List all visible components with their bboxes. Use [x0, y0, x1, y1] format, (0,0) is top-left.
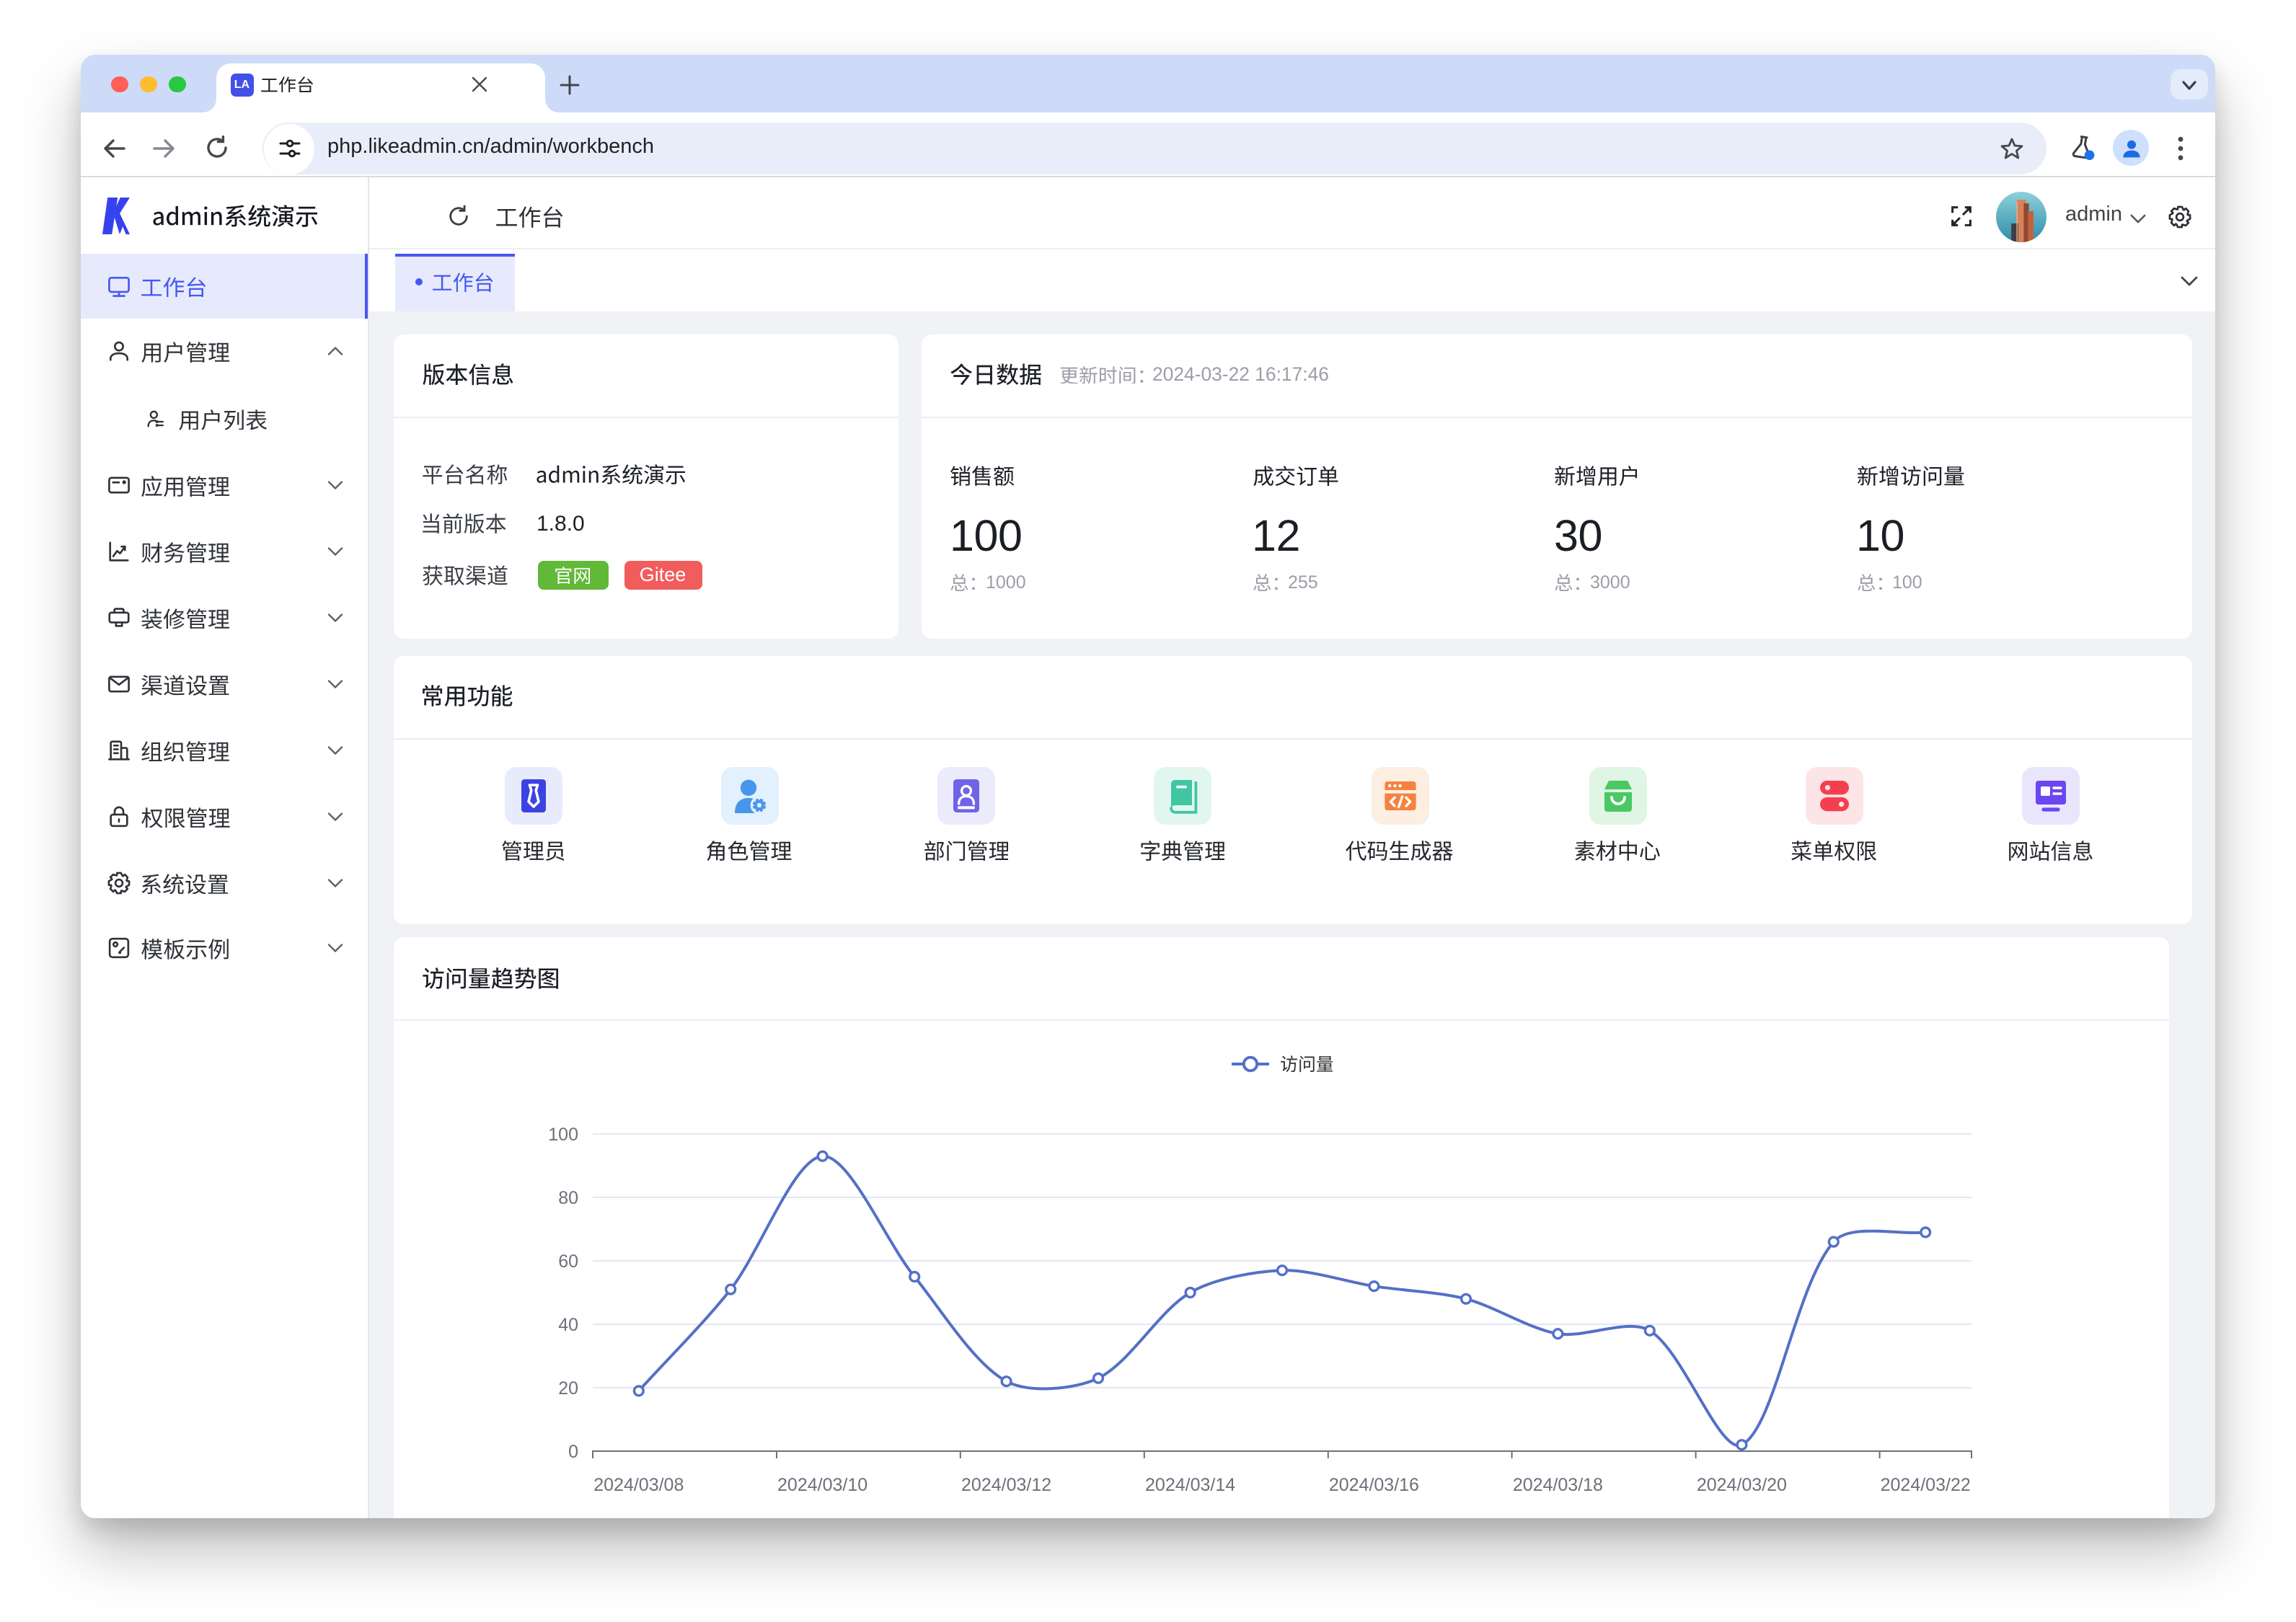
svg-text:2024/03/10: 2024/03/10 [777, 1475, 867, 1495]
svg-text:2024/03/14: 2024/03/14 [1145, 1475, 1235, 1495]
svg-text:2024/03/16: 2024/03/16 [1329, 1475, 1419, 1495]
svg-text:0: 0 [568, 1442, 578, 1462]
svg-text:2024/03/22: 2024/03/22 [1881, 1475, 1971, 1495]
svg-text:40: 40 [558, 1315, 578, 1335]
svg-text:2024/03/08: 2024/03/08 [593, 1475, 684, 1495]
svg-text:20: 20 [558, 1378, 578, 1399]
svg-text:2024/03/18: 2024/03/18 [1513, 1475, 1603, 1495]
svg-text:2024/03/20: 2024/03/20 [1697, 1475, 1787, 1495]
svg-text:100: 100 [548, 1125, 578, 1145]
svg-text:2024/03/12: 2024/03/12 [961, 1475, 1051, 1495]
svg-text:80: 80 [558, 1188, 578, 1208]
svg-text:60: 60 [558, 1251, 578, 1272]
